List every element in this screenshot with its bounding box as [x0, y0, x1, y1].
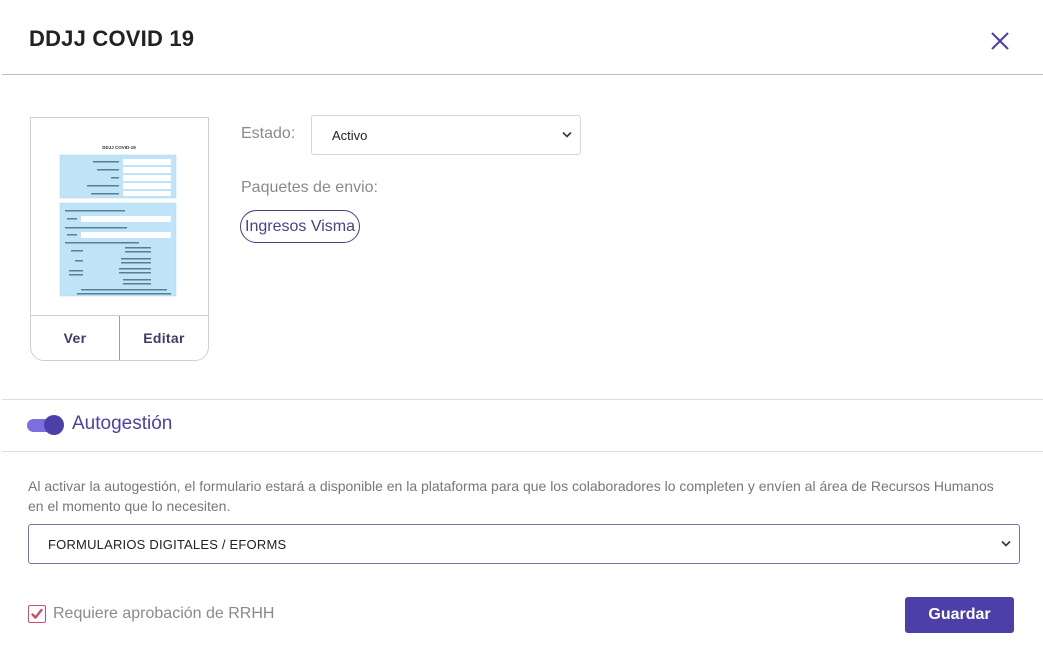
estado-value: Activo — [332, 127, 368, 143]
category-select[interactable]: FORMULARIOS DIGITALES / EFORMS — [28, 524, 1020, 564]
package-chip[interactable]: Ingresos Visma — [240, 210, 360, 243]
approval-label: Requiere aprobación de RRHH — [53, 605, 275, 622]
view-button[interactable]: Ver — [31, 316, 119, 360]
edit-button[interactable]: Editar — [119, 316, 208, 360]
preview-actions: Ver Editar — [31, 316, 208, 360]
toggle-knob — [44, 415, 64, 435]
modal-header: DDJJ COVID 19 — [2, 3, 1043, 75]
chevron-down-icon — [1001, 540, 1011, 547]
form-preview-card: DDJJ COVID-19 Ver Editar — [30, 117, 209, 361]
estado-select[interactable]: Activo — [311, 115, 581, 155]
autogestion-title: Autogestión — [72, 413, 173, 434]
estado-label: Estado: — [241, 125, 296, 142]
form-doc-title: DDJJ COVID-19 — [102, 145, 136, 150]
autogestion-toggle[interactable] — [27, 415, 65, 435]
paquetes-label: Paquetes de envio: — [241, 179, 378, 196]
section-divider — [2, 451, 1043, 452]
section-divider — [2, 399, 1043, 400]
modal-title: DDJJ COVID 19 — [29, 26, 195, 51]
save-button[interactable]: Guardar — [905, 597, 1014, 633]
close-icon — [991, 32, 1009, 50]
autogestion-description: Al activar la autogestión, el formulario… — [28, 478, 994, 514]
form-thumbnail: DDJJ COVID-19 — [31, 118, 208, 316]
approval-checkbox[interactable] — [28, 605, 46, 623]
check-icon — [31, 608, 43, 619]
chevron-down-icon — [562, 131, 572, 138]
close-button[interactable] — [985, 26, 1015, 56]
category-value: FORMULARIOS DIGITALES / EFORMS — [48, 536, 287, 552]
